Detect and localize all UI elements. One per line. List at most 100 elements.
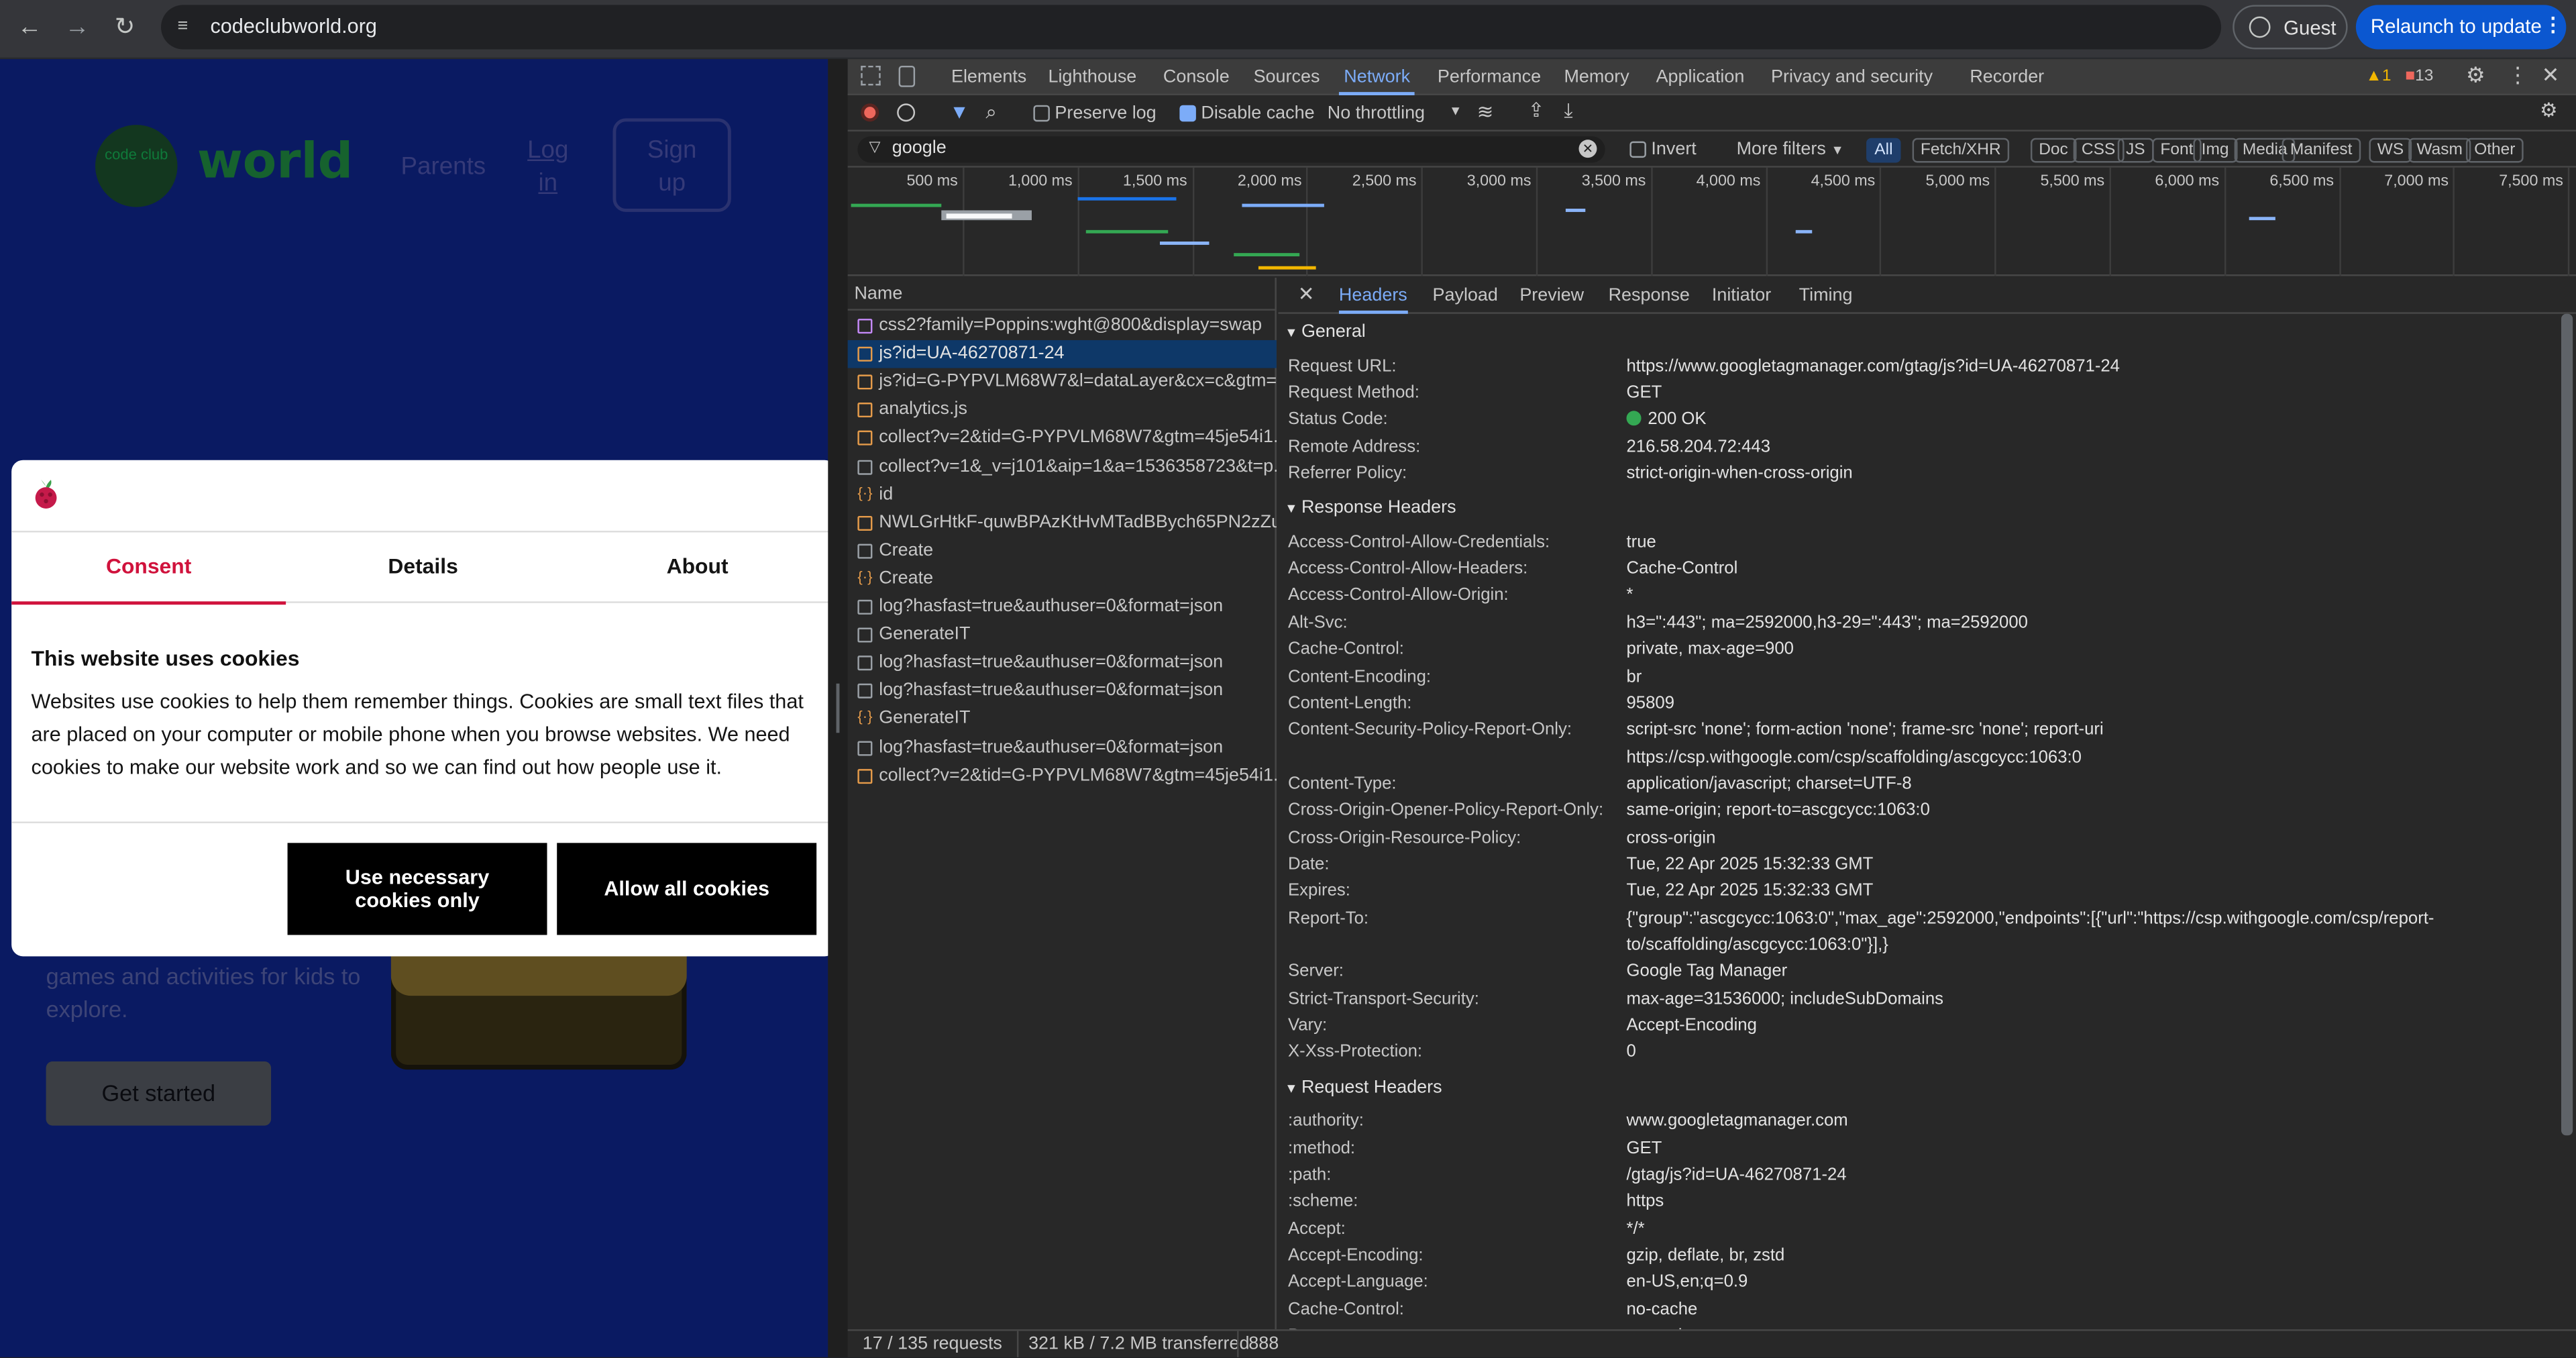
nav-login-link[interactable]: Log in	[527, 135, 568, 201]
tab-console[interactable]: Console	[1159, 59, 1235, 95]
filter-type-manifest[interactable]: Manifest	[2282, 138, 2361, 163]
warnings-badge[interactable]: ▲1	[2366, 67, 2392, 85]
devtools-splitter[interactable]	[828, 59, 848, 1357]
disable-cache-checkbox[interactable]: Disable cache	[1179, 103, 1315, 123]
close-devtools-icon[interactable]: ✕	[2542, 62, 2560, 89]
filter-type-other[interactable]: Other	[2465, 138, 2524, 163]
request-row[interactable]: analytics.js	[848, 397, 1277, 425]
detail-tab-initiator[interactable]: Initiator	[1712, 278, 1771, 314]
tab-performance[interactable]: Performance	[1433, 59, 1546, 95]
back-button[interactable]: ←	[11, 11, 48, 44]
tab-elements[interactable]: Elements	[947, 59, 1032, 95]
tab-recorder[interactable]: Recorder	[1965, 59, 2049, 95]
request-row[interactable]: Create	[848, 537, 1277, 565]
network-settings-icon[interactable]: ⚙	[2540, 99, 2557, 121]
reload-button[interactable]: ↻	[107, 11, 143, 44]
timeline-tick-label: 1,500 ms	[1122, 172, 1187, 191]
record-stop-icon[interactable]	[861, 103, 879, 122]
search-icon[interactable]: ⌕	[985, 100, 996, 125]
relaunch-button[interactable]: Relaunch to update ⋮	[2355, 5, 2567, 50]
invert-checkbox[interactable]: Invert	[1629, 140, 1697, 160]
tab-lighthouse[interactable]: Lighthouse	[1043, 59, 1142, 95]
filter-type-fetchxhr[interactable]: Fetch/XHR	[1912, 138, 2009, 163]
filter-type-doc[interactable]: Doc	[2030, 138, 2077, 163]
request-row[interactable]: css2?family=Poppins:wght@800&display=swa…	[848, 312, 1277, 340]
site-info-icon[interactable]: ≡	[177, 16, 197, 36]
logo-wordmark[interactable]: world	[197, 133, 353, 191]
chrome-menu-icon[interactable]: ⋮	[2543, 13, 2563, 36]
allow-all-cookies-button[interactable]: Allow all cookies	[557, 843, 817, 935]
request-row[interactable]: js?id=G-PYPVLM68W7&l=dataLayer&cx=c&gtm=…	[848, 368, 1277, 397]
network-overview-timeline[interactable]: 500 ms 1,000 ms 1,500 ms 2,000 ms 2,500 ms 3,…	[847, 167, 2576, 276]
request-row[interactable]: collect?v=2&tid=G-PYPVLM68W7&gtm=45je54i…	[848, 425, 1277, 453]
section-response[interactable]: ▼ Response Headers	[1285, 499, 1456, 518]
import-har-icon[interactable]: ⇪	[1528, 99, 1545, 121]
tab-details[interactable]: Details	[286, 532, 560, 605]
filter-type-all[interactable]: All	[1866, 138, 1901, 163]
filter-bar: ▽ google ✕ Invert More filters ▼ All Fetc…	[847, 132, 2576, 168]
detail-tab-timing[interactable]: Timing	[1799, 278, 1853, 314]
get-started-button[interactable]: Get started	[46, 1061, 272, 1126]
tab-memory[interactable]: Memory	[1559, 59, 1634, 95]
issues-badge[interactable]: ■13	[2405, 67, 2433, 85]
device-toolbar-icon[interactable]	[898, 65, 916, 87]
request-row[interactable]: {·} Create	[848, 565, 1277, 593]
request-row[interactable]: collect?v=2&tid=G-PYPVLM68W7&gtm=45je54i…	[848, 762, 1277, 790]
network-conditions-icon[interactable]: ≋	[1477, 100, 1494, 123]
filter-input[interactable]: ▽ google ✕	[857, 136, 1605, 163]
clear-filter-icon[interactable]: ✕	[1578, 140, 1597, 158]
detail-tab-headers[interactable]: Headers	[1338, 278, 1407, 314]
detail-tab-payload[interactable]: Payload	[1433, 278, 1498, 314]
section-request[interactable]: ▼ Request Headers	[1285, 1078, 1442, 1097]
inspect-element-icon[interactable]	[861, 65, 881, 86]
detail-tab-preview[interactable]: Preview	[1519, 278, 1584, 314]
profile-button[interactable]: Guest	[2233, 5, 2348, 50]
throttling-select[interactable]: No throttling ▼	[1328, 103, 1462, 123]
filter-icon[interactable]: ▼	[950, 100, 969, 123]
request-row[interactable]: GenerateIT	[848, 621, 1277, 649]
close-details-icon[interactable]: ✕	[1298, 282, 1315, 305]
request-row[interactable]: log?hasfast=true&authuser=0&format=json	[848, 649, 1277, 678]
settings-gear-icon[interactable]: ⚙	[2466, 62, 2485, 89]
clear-icon[interactable]	[897, 103, 916, 122]
request-row[interactable]: {·} GenerateIT	[848, 706, 1277, 734]
url-text[interactable]: codeclubworld.org	[210, 15, 376, 38]
tab-consent[interactable]: Consent	[11, 532, 286, 605]
filter-type-js[interactable]: JS	[2117, 138, 2153, 163]
filter-type-ws[interactable]: WS	[2369, 138, 2412, 163]
request-row[interactable]: log?hasfast=true&authuser=0&format=json	[848, 733, 1277, 762]
request-row[interactable]: log?hasfast=true&authuser=0&format=json	[848, 678, 1277, 706]
timeline-tick-label: 5,500 ms	[2040, 172, 2105, 191]
filter-type-css[interactable]: CSS	[2073, 138, 2124, 163]
tab-network[interactable]: Network	[1338, 59, 1415, 96]
request-row[interactable]: js?id=UA-46270871-24	[847, 340, 1277, 368]
request-row[interactable]: collect?v=1&_v=j101&aip=1&a=1536358723&t…	[848, 453, 1277, 481]
request-row[interactable]: log?hasfast=true&authuser=0&format=json	[848, 593, 1277, 621]
request-row[interactable]: {·} id	[848, 481, 1277, 509]
tab-about[interactable]: About	[560, 532, 835, 605]
splitter-grip[interactable]	[836, 683, 840, 733]
signup-button[interactable]: Sign up	[612, 118, 731, 212]
use-necessary-cookies-button[interactable]: Use necessary cookies only	[287, 843, 547, 935]
timeline-gridline	[1306, 167, 1309, 276]
details-scrollbar[interactable]	[2561, 313, 2573, 1136]
forward-button[interactable]: →	[59, 11, 95, 44]
header-key: :authority:	[1288, 1111, 1364, 1131]
filter-type-wasm[interactable]: Wasm	[2408, 138, 2471, 163]
tab-application[interactable]: Application	[1651, 59, 1750, 95]
filter-type-img[interactable]: Img	[2193, 138, 2237, 163]
name-column-header[interactable]: Name	[847, 278, 1277, 311]
code-club-logo[interactable]: code club	[95, 125, 178, 207]
export-har-icon[interactable]: ⤓	[1564, 99, 1572, 123]
preserve-log-checkbox[interactable]: Preserve log	[1033, 103, 1157, 123]
nav-parents-link[interactable]: Parents	[401, 153, 486, 181]
request-row[interactable]: NWLGrHtkF-quwBPAzKtHvMTadBBych65PN2zZu..…	[848, 509, 1277, 537]
address-bar[interactable]: ≡ codeclubworld.org	[161, 5, 2222, 50]
detail-tab-response[interactable]: Response	[1609, 278, 1690, 314]
section-general[interactable]: ▼ General	[1285, 322, 1366, 342]
tab-privacy-and-security[interactable]: Privacy and security	[1766, 59, 1938, 95]
tab-sources[interactable]: Sources	[1248, 59, 1325, 95]
more-options-icon[interactable]: ⋮	[2507, 62, 2528, 89]
header-value: br	[1627, 666, 1642, 686]
more-filters-dropdown[interactable]: More filters ▼	[1737, 140, 1844, 159]
